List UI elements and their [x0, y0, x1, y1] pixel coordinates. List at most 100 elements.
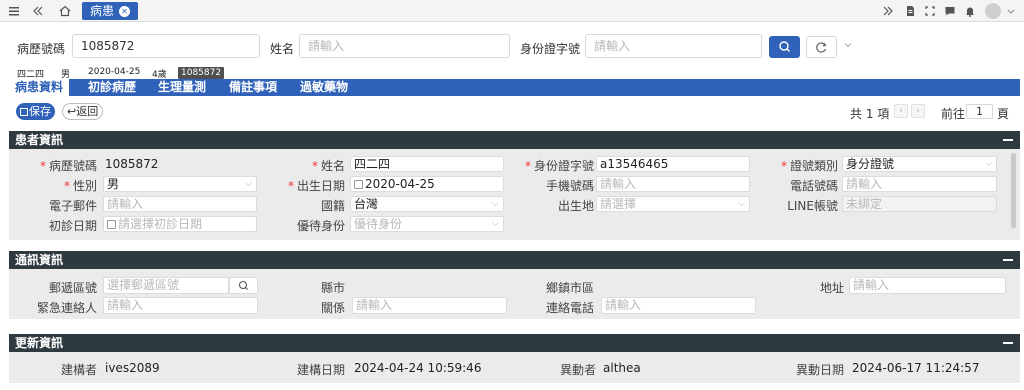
- modifier-label: 異動者: [559, 363, 596, 377]
- expand-chevron-icon[interactable]: [843, 40, 853, 50]
- pager-prev-button[interactable]: ‹: [894, 104, 908, 118]
- tab-notes[interactable]: 備註事項: [229, 79, 277, 96]
- creator-label: 建構者: [60, 363, 97, 377]
- town-label: 鄉鎮市區: [545, 281, 594, 295]
- relation-label: 關係: [320, 301, 345, 315]
- menu-icon[interactable]: [6, 3, 22, 19]
- chat-icon[interactable]: [942, 3, 958, 19]
- relation-placeholder: 請輸入: [356, 298, 393, 312]
- contact-info-title: 通訊資訊: [15, 253, 64, 267]
- first-visit-label: 初診日期: [48, 219, 97, 233]
- page-number-input[interactable]: 1: [966, 104, 993, 119]
- gender-value: 男: [107, 177, 120, 191]
- back-button[interactable]: ↩返回: [62, 103, 104, 120]
- zip-field[interactable]: 選擇郵遞區號: [103, 277, 229, 294]
- save-button[interactable]: 保存: [16, 103, 55, 120]
- collapse-icon[interactable]: [1003, 139, 1013, 141]
- id-type-label: * 證號類別: [780, 159, 838, 173]
- first-visit-placeholder: 請選擇初診日期: [118, 217, 203, 231]
- address-field[interactable]: 請輸入: [849, 277, 1006, 294]
- patient-info-header: 患者資訊: [9, 131, 1020, 149]
- double-left-icon[interactable]: [30, 3, 46, 19]
- tab-allergy[interactable]: 過敏藥物: [300, 79, 348, 96]
- name-search-input[interactable]: 請輸入: [299, 34, 510, 58]
- tab-patient[interactable]: 病患 ✕: [82, 2, 139, 20]
- close-icon[interactable]: ✕: [119, 5, 131, 17]
- collapse-icon[interactable]: [1003, 259, 1013, 261]
- birth-label: * 出生日期: [287, 179, 345, 193]
- phone-label: 電話號碼: [789, 179, 838, 193]
- zip-search-button[interactable]: [229, 277, 258, 294]
- mobile-placeholder: 請輸入: [600, 177, 637, 191]
- nation-select[interactable]: 台灣 ⌵: [350, 196, 504, 212]
- tab-first-visit[interactable]: 初診病歷: [88, 79, 136, 96]
- refresh-icon: [816, 42, 827, 53]
- contact-phone-placeholder: 請輸入: [605, 298, 642, 312]
- collapse-icon[interactable]: [1003, 342, 1013, 344]
- refresh-button[interactable]: [806, 36, 837, 58]
- chart-no-search-input[interactable]: 1085872: [72, 34, 260, 58]
- tab-vitals[interactable]: 生理量測: [158, 79, 206, 96]
- id-type-select[interactable]: 身分證號 ⌵: [842, 156, 997, 172]
- fullscreen-icon[interactable]: [922, 3, 938, 19]
- calendar-icon: [107, 220, 116, 229]
- contact-info-header: 通訊資訊: [9, 251, 1020, 269]
- gender-label-text: 性別: [72, 179, 97, 193]
- emergency-placeholder: 請輸入: [107, 298, 144, 312]
- birthplace-select[interactable]: 請選擇 ⌵: [596, 196, 750, 212]
- chevron-down-icon: ⌵: [492, 219, 499, 229]
- home-icon[interactable]: [57, 3, 73, 19]
- priority-select[interactable]: 優待身份 ⌵: [350, 216, 504, 232]
- save-label: 保存: [29, 105, 51, 118]
- name-field[interactable]: 四二四: [350, 156, 504, 172]
- tab-patient-data[interactable]: 病患資料: [9, 79, 70, 96]
- zip-placeholder: 選擇郵遞區號: [107, 278, 180, 292]
- relation-field[interactable]: 請輸入: [352, 297, 507, 314]
- search-icon: [779, 41, 790, 52]
- creator-value: ives2089: [105, 361, 160, 375]
- contact-phone-field[interactable]: 請輸入: [601, 297, 756, 314]
- phone-field[interactable]: 請輸入: [842, 176, 997, 192]
- line-label: LINE帳號: [787, 199, 838, 213]
- created-value: 2024-04-24 10:59:46: [354, 361, 482, 375]
- chevron-down-icon[interactable]: [1003, 3, 1019, 19]
- patient-birth: 2020-04-25: [88, 67, 141, 77]
- mobile-label: 手機號碼: [545, 179, 594, 193]
- id-field[interactable]: a13546465: [596, 156, 750, 172]
- emergency-field[interactable]: 請輸入: [103, 297, 258, 314]
- name-label-text: 姓名: [320, 159, 345, 173]
- back-label: 返回: [76, 105, 99, 118]
- email-label: 電子郵件: [48, 199, 97, 213]
- bell-icon[interactable]: [962, 3, 978, 19]
- double-right-icon[interactable]: [880, 3, 896, 19]
- birth-date-picker[interactable]: 2020-04-25: [350, 176, 504, 192]
- back-icon: ↩: [67, 105, 77, 118]
- birthplace-placeholder: 請選擇: [600, 197, 637, 211]
- pager-next-button[interactable]: ›: [911, 104, 925, 118]
- document-icon[interactable]: [902, 3, 918, 19]
- id-label: * 身份證字號: [524, 159, 594, 173]
- pager-page-suffix: 頁: [997, 107, 1010, 121]
- gender-label: * 性別: [63, 179, 97, 193]
- save-icon: [20, 108, 28, 116]
- avatar[interactable]: [985, 3, 1001, 19]
- nation-value: 台灣: [354, 197, 379, 211]
- id-search-input[interactable]: 請輸入: [585, 34, 762, 58]
- chart-no-label: * 病歷號碼: [39, 159, 97, 173]
- id-type-value: 身分證號: [846, 157, 895, 171]
- name-label: * 姓名: [311, 159, 345, 173]
- mobile-field[interactable]: 請輸入: [596, 176, 750, 192]
- birthplace-label: 出生地: [557, 199, 594, 213]
- gender-select[interactable]: 男 ⌵: [103, 176, 257, 192]
- address-label: 地址: [819, 281, 844, 295]
- name-search-placeholder: 請輸入: [308, 39, 345, 53]
- patient-chart-badge: 1085872: [178, 67, 225, 79]
- chevron-down-icon: ⌵: [245, 179, 252, 189]
- email-field[interactable]: 請輸入: [103, 196, 257, 212]
- calendar-icon: [354, 180, 363, 189]
- search-button[interactable]: [769, 36, 800, 58]
- first-visit-date-picker[interactable]: 請選擇初診日期: [103, 216, 257, 232]
- patient-info-scrollbar[interactable]: [1011, 153, 1016, 228]
- pager-goto-label: 前往: [941, 107, 966, 121]
- line-field: 未綁定: [842, 196, 997, 212]
